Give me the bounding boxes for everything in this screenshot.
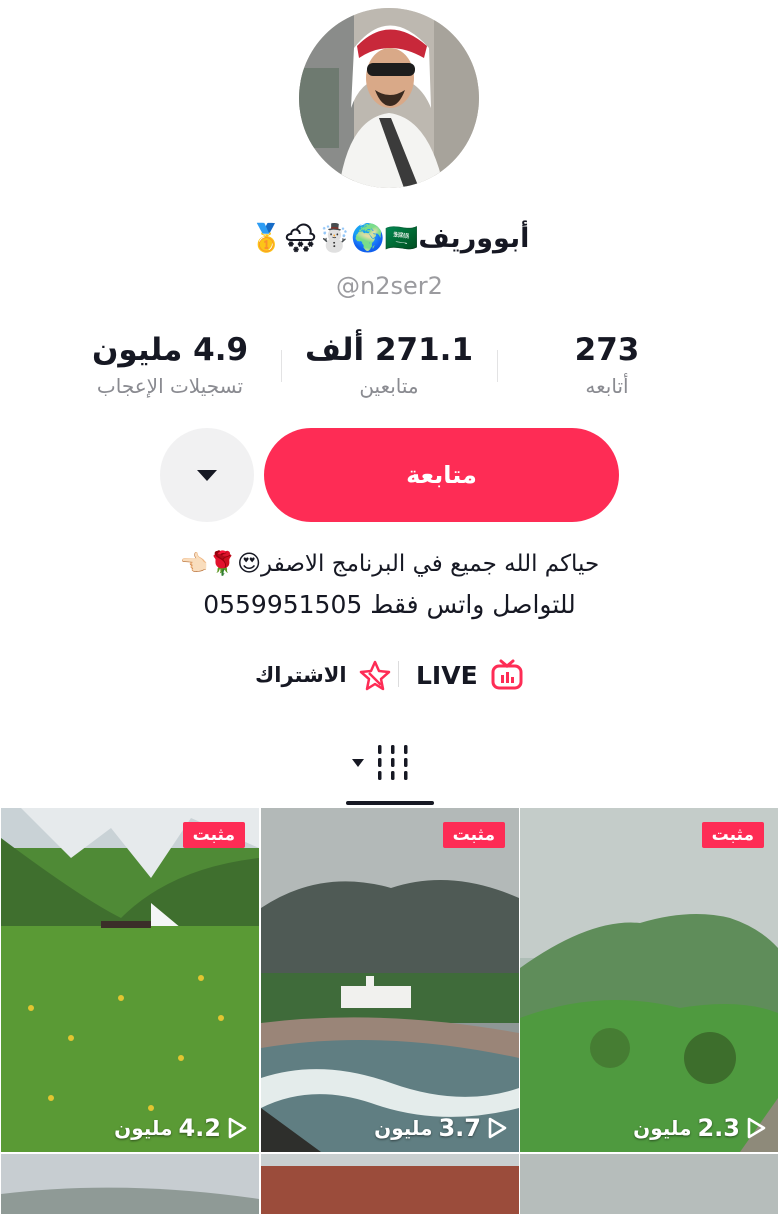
video-tile[interactable]: مثبت 2.3 مليون <box>520 808 778 1152</box>
followers-label: متابعين <box>359 374 419 398</box>
following-label: أتابعه <box>585 374 629 398</box>
video-tile[interactable] <box>520 1154 778 1214</box>
pinned-badge: مثبت <box>701 822 764 848</box>
link-separator <box>398 661 399 687</box>
stat-followers[interactable]: 271.1 ألف متابعين <box>289 330 489 398</box>
stat-following[interactable]: 273 أتابعه <box>507 330 707 398</box>
username-handle: @n2ser2 <box>336 272 443 300</box>
live-link[interactable]: LIVE <box>416 655 524 695</box>
view-number: 2.3 <box>697 1114 740 1142</box>
video-thumbnail <box>261 1154 519 1214</box>
video-thumbnail <box>1 1154 259 1214</box>
view-unit: مليون <box>114 1116 173 1140</box>
live-tv-icon <box>491 659 523 690</box>
video-thumbnail <box>520 1154 778 1214</box>
video-tile[interactable]: مثبت 4.2 مليون <box>1 808 259 1152</box>
likes-count: 4.9 مليون <box>91 332 249 368</box>
stat-likes[interactable]: 4.9 مليون تسجيلات الإعجاب <box>70 330 270 398</box>
stat-divider <box>281 350 282 382</box>
bio-line-2: للتواصل واتس فقط 0559951505 <box>203 590 576 619</box>
video-tile[interactable] <box>261 1154 519 1214</box>
play-icon <box>228 1117 247 1139</box>
view-unit: مليون <box>374 1116 433 1140</box>
subscribe-label: الاشتراك <box>255 663 347 687</box>
video-thumbnail <box>1 808 259 1152</box>
view-count: 4.2 مليون <box>114 1114 247 1142</box>
play-icon <box>747 1117 766 1139</box>
view-unit: مليون <box>633 1116 692 1140</box>
play-icon <box>488 1117 507 1139</box>
video-thumbnail <box>261 808 519 1152</box>
view-number: 3.7 <box>438 1114 481 1142</box>
following-count: 273 <box>574 332 640 368</box>
grid-icon <box>352 745 408 780</box>
subscribe-link[interactable]: الاشتراك <box>255 655 393 695</box>
avatar[interactable] <box>299 8 479 188</box>
video-tile[interactable] <box>1 1154 259 1214</box>
live-label: LIVE <box>416 660 478 690</box>
video-thumbnail <box>520 808 778 1152</box>
videos-grid-tab[interactable] <box>350 743 414 783</box>
followers-count: 271.1 ألف <box>304 332 474 368</box>
pinned-badge: مثبت <box>182 822 245 848</box>
view-count: 3.7 مليون <box>374 1114 507 1142</box>
video-tile[interactable]: مثبت 3.7 مليون <box>261 808 519 1152</box>
view-number: 4.2 <box>178 1114 221 1142</box>
active-tab-indicator <box>346 801 434 805</box>
more-options-button[interactable] <box>160 428 254 522</box>
likes-label: تسجيلات الإعجاب <box>96 374 244 398</box>
display-name: أبووريف🇸🇦🌍☃️🌨🥇 <box>249 223 530 254</box>
bio-line-1: حياكم الله جميع في البرنامج الاصفر😍🌹👈🏻 <box>179 551 600 577</box>
caret-down-icon <box>197 470 217 481</box>
pinned-badge: مثبت <box>442 822 505 848</box>
view-count: 2.3 مليون <box>633 1114 766 1142</box>
stat-divider <box>497 350 498 382</box>
subscribe-star-icon <box>359 660 390 691</box>
profile-links: LIVE الاشتراك <box>0 655 779 695</box>
follow-button[interactable]: متابعة <box>264 428 619 522</box>
